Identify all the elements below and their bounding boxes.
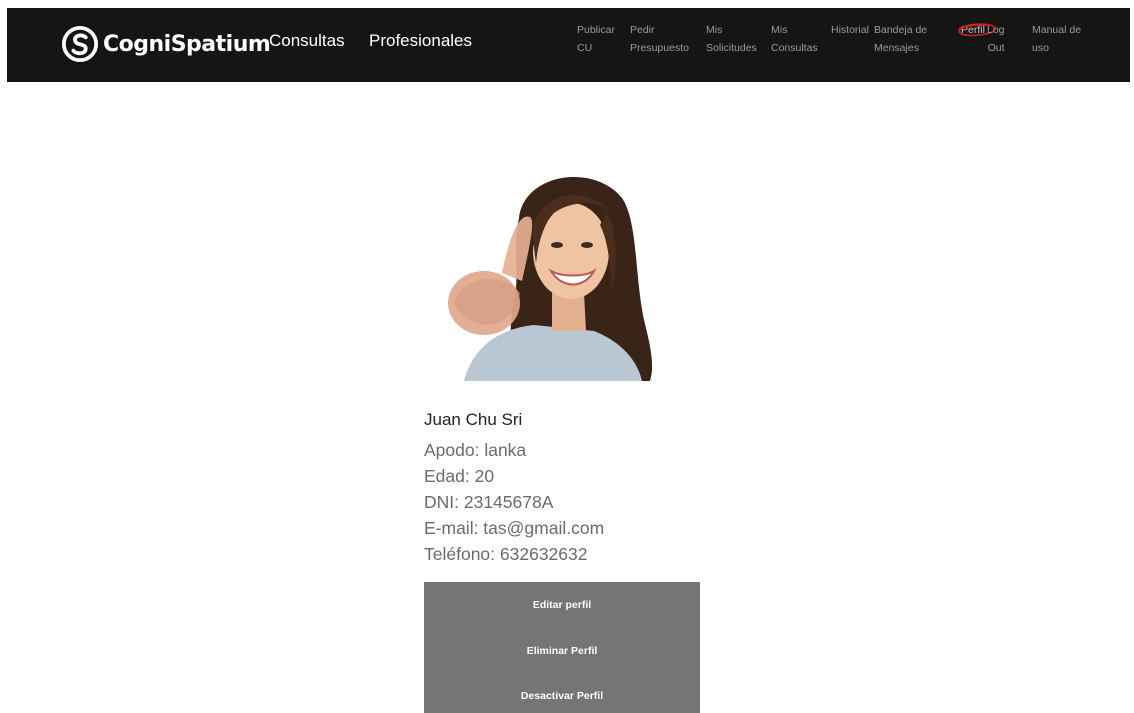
profile-photo-image: [424, 153, 676, 381]
nav-mis-solicitudes[interactable]: Mis Solicitudes: [706, 21, 757, 57]
profile-actions-panel: Editar perfil Eliminar Perfil Desactivar…: [424, 582, 700, 713]
profile-dni: DNI: 23145678A: [424, 492, 554, 512]
nav-perfil[interactable]: Perfil: [961, 21, 985, 39]
profile-photo: [424, 153, 676, 381]
brand-logo[interactable]: CogniSpatium: [61, 25, 271, 63]
profile-name: Juan Chu Sri: [424, 410, 523, 429]
profile-telefono: Teléfono: 632632632: [424, 544, 588, 564]
profile-edad: Edad: 20: [424, 466, 495, 486]
edit-profile-button[interactable]: Editar perfil: [424, 599, 700, 611]
brand-name: CogniSpatium: [103, 31, 271, 57]
logo-s-icon: [61, 25, 99, 63]
nav-log-out[interactable]: Log Out: [987, 21, 1005, 57]
nav-pedir-presupuesto[interactable]: Pedir Presupuesto: [630, 21, 689, 57]
nav-publicar-cu[interactable]: Publicar CU: [577, 21, 615, 57]
nav-historial[interactable]: Historial: [831, 21, 869, 39]
page: CogniSpatium Consultas Profesionales Pub…: [0, 0, 1134, 713]
nav-consultas[interactable]: Consultas: [269, 31, 345, 51]
nav-bandeja-mensajes[interactable]: Bandeja de Mensajes: [874, 21, 927, 57]
top-navbar: CogniSpatium Consultas Profesionales Pub…: [7, 8, 1130, 82]
profile-email: E-mail: tas@gmail.com: [424, 518, 605, 538]
nav-manual-uso[interactable]: Manual de uso: [1032, 21, 1081, 57]
nav-profesionales[interactable]: Profesionales: [369, 31, 472, 51]
delete-profile-button[interactable]: Eliminar Perfil: [424, 645, 700, 657]
nav-mis-consultas[interactable]: Mis Consultas: [771, 21, 818, 57]
deactivate-profile-button[interactable]: Desactivar Perfil: [424, 690, 700, 702]
profile-apodo: Apodo: lanka: [424, 440, 527, 460]
